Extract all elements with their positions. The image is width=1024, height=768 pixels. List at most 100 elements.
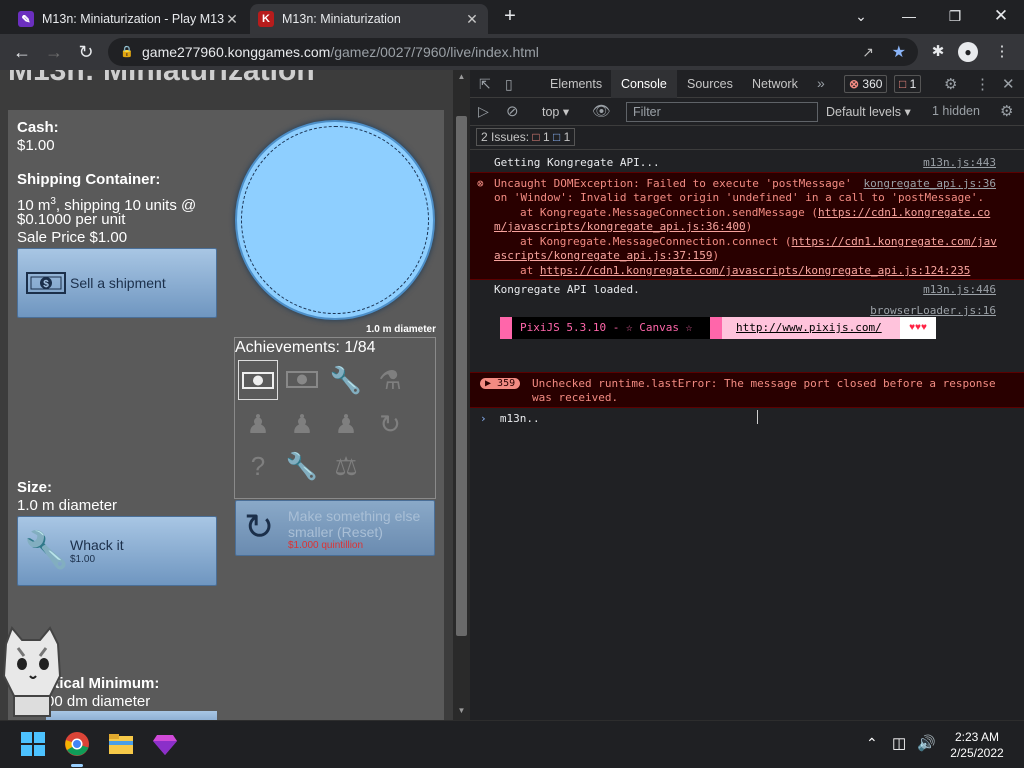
achievement-scales-icon[interactable]: ⚖ (326, 446, 366, 486)
error-count-badge[interactable]: ⊗ 360 (844, 75, 888, 93)
sale-price: Sale Price $1.00 (17, 229, 128, 246)
new-tab-button[interactable]: + (500, 5, 520, 29)
achievement-question-icon[interactable]: ? (238, 446, 278, 486)
issue-icon: □ (899, 77, 907, 91)
clock-date: 2/25/2022 (950, 746, 1004, 760)
achievement-scientist-icon[interactable]: ♟ (326, 404, 366, 444)
devtools-menu-icon[interactable]: ⋮ (975, 75, 990, 93)
address-bar[interactable]: 🔒 game277960.konggames.com/gamez/0027/79… (108, 38, 918, 66)
forward-icon[interactable]: → (42, 40, 66, 64)
share-icon[interactable]: ↗ (862, 44, 874, 61)
restore-button[interactable]: ❐ (940, 2, 970, 30)
profile-avatar[interactable]: ● (958, 42, 978, 62)
achievement-reset-icon[interactable]: ↻ (370, 404, 410, 444)
windows-start-icon[interactable] (20, 731, 46, 757)
console-error-row: ⊗ Uncaught DOMException: Failed to execu… (470, 172, 1024, 280)
log-source-link[interactable]: m13n.js:446 (923, 283, 996, 296)
log-source-link[interactable]: browserLoader.js:16 (870, 304, 996, 317)
reload-icon[interactable]: ↻ (74, 40, 98, 64)
tab-console[interactable]: Console (611, 70, 677, 98)
more-tabs-icon[interactable]: » (817, 75, 825, 91)
browser-tab-1[interactable]: ✎ M13n: Miniaturization - Play M13 ✕ (10, 4, 248, 34)
url-text: game277960.konggames.com/gamez/0027/7960… (142, 44, 539, 60)
volume-icon[interactable]: 🔊 (917, 734, 936, 752)
issues-bar: 2 Issues: □ 1 □ 1 (470, 126, 1024, 150)
issue-error-icon: □ (532, 130, 540, 144)
show-hidden-icons-icon[interactable]: ⌃ (866, 735, 878, 752)
target-outline (241, 126, 429, 314)
error-line-3: at Kongregate.MessageConnection.sendMess… (520, 206, 991, 219)
device-toolbar-icon[interactable]: ▯ (505, 76, 513, 93)
devtools-panel: ⇱ ▯ Elements Console Sources Network » ⊗… (470, 70, 1024, 720)
wrench-icon: 🔧 (24, 529, 69, 570)
file-explorer-icon[interactable] (108, 731, 134, 757)
next-button-partial[interactable] (46, 711, 217, 720)
log-source-link[interactable]: m13n.js:443 (923, 156, 996, 169)
system-clock[interactable]: 2:23 AM 2/25/2022 (940, 729, 1014, 761)
tab-search-icon[interactable]: ⌄ (846, 2, 876, 30)
achievement-flask-icon[interactable]: ⚗ (370, 360, 410, 400)
tab-network[interactable]: Network (742, 70, 808, 98)
whack-button[interactable]: 🔧 Whack it $1.00 (17, 516, 217, 586)
page-scrollbar[interactable]: ▲ ▼ (453, 70, 470, 720)
minimize-button[interactable]: — (894, 2, 924, 30)
shipping-label: Shipping Container: (17, 171, 161, 188)
console-settings-icon[interactable]: ⚙ (1000, 102, 1013, 120)
log-levels-select[interactable]: Default levels ▾ (826, 104, 911, 119)
clear-console-icon[interactable]: ⊘ (506, 102, 519, 120)
browser-tab-2[interactable]: K M13n: Miniaturization ✕ (250, 4, 488, 34)
filter-input[interactable]: Filter (626, 102, 818, 122)
inspect-element-icon[interactable]: ⇱ (479, 76, 491, 93)
achievements-title: Achievements: 1/84 (235, 339, 376, 356)
error-repeat-count: ▶ 359 (480, 378, 521, 389)
devtools-tab-bar: ⇱ ▯ Elements Console Sources Network » ⊗… (470, 70, 1024, 98)
console-prompt[interactable]: › m13n.. (480, 412, 540, 425)
sell-shipment-button[interactable]: $ Sell a shipment (17, 248, 217, 318)
tab-elements[interactable]: Elements (540, 70, 612, 98)
size-label: Size: (17, 479, 53, 496)
error-source-link[interactable]: kongregate_api.js:36 (864, 177, 996, 190)
achievement-wrench-icon[interactable]: 🔧 (326, 360, 366, 400)
back-icon[interactable]: ← (10, 40, 34, 64)
error-line-6: ascripts/kongregate_api.js:37:159) (494, 249, 720, 262)
pixi-link[interactable]: http://www.pixijs.com/ (722, 317, 900, 339)
live-expression-eye-icon[interactable]: 👁 (592, 102, 611, 120)
scroll-thumb[interactable] (456, 116, 467, 636)
gem-app-icon[interactable] (152, 731, 178, 757)
menu-kebab-icon[interactable]: ⋮ (992, 42, 1012, 62)
close-window-button[interactable]: ✕ (986, 2, 1016, 30)
issues-button[interactable]: 2 Issues: □ 1 □ 1 (476, 128, 576, 146)
warning-count-badge[interactable]: □ 1 (894, 75, 922, 93)
achievement-worker2-icon[interactable]: ♟ (282, 404, 322, 444)
tab-sources[interactable]: Sources (677, 70, 743, 98)
reset-label-2: smaller (Reset) (288, 524, 383, 540)
pixi-version: PixiJS 5.3.10 - ☆ Canvas ☆ (512, 317, 710, 339)
console-toolbar: ▷ ⊘ top ▾ 👁 Filter Default levels ▾ 1 hi… (470, 98, 1024, 126)
error-icon: ⊗ (477, 177, 484, 190)
sidebar-toggle-icon[interactable]: ▷ (478, 103, 489, 120)
error-line-5: at Kongregate.MessageConnection.connect … (520, 235, 997, 248)
network-icon[interactable]: ◫ (892, 734, 906, 752)
whack-cost: $1.00 (70, 554, 96, 565)
whack-button-label: Whack it (70, 537, 124, 553)
close-devtools-icon[interactable]: ✕ (1002, 75, 1015, 93)
context-select[interactable]: top ▾ (542, 104, 569, 119)
prompt-input[interactable]: m13n.. (500, 412, 540, 425)
hidden-count: 1 hidden (932, 104, 980, 118)
reset-button[interactable]: ↻ Make something else smaller (Reset) $1… (235, 500, 435, 556)
error-icon: ⊗ (849, 77, 860, 91)
kongregate-favicon-icon: K (258, 11, 274, 27)
achievement-money2-icon[interactable] (282, 360, 322, 400)
close-tab-icon[interactable]: ✕ (224, 11, 240, 28)
achievement-worker-icon[interactable]: ♟ (238, 404, 278, 444)
scroll-up-icon[interactable]: ▲ (456, 72, 467, 82)
achievement-money-icon[interactable] (238, 360, 278, 400)
close-tab-icon[interactable]: ✕ (464, 11, 480, 28)
settings-gear-icon[interactable]: ⚙ (944, 75, 957, 93)
achievement-tools-icon[interactable]: 🔧 (282, 446, 322, 486)
extensions-icon[interactable]: ✱ (928, 42, 948, 62)
bookmark-star-icon[interactable]: ★ (892, 42, 906, 62)
object-circle[interactable] (235, 120, 435, 320)
scroll-down-icon[interactable]: ▼ (456, 706, 467, 716)
chrome-icon[interactable] (64, 731, 90, 757)
